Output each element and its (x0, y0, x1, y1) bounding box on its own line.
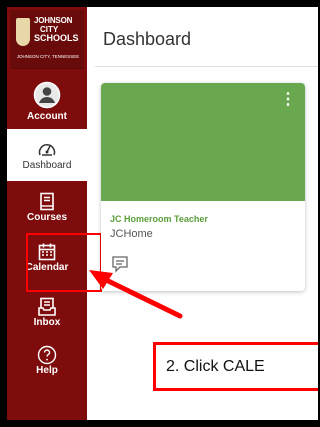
pointer-arrow-icon (89, 270, 183, 319)
